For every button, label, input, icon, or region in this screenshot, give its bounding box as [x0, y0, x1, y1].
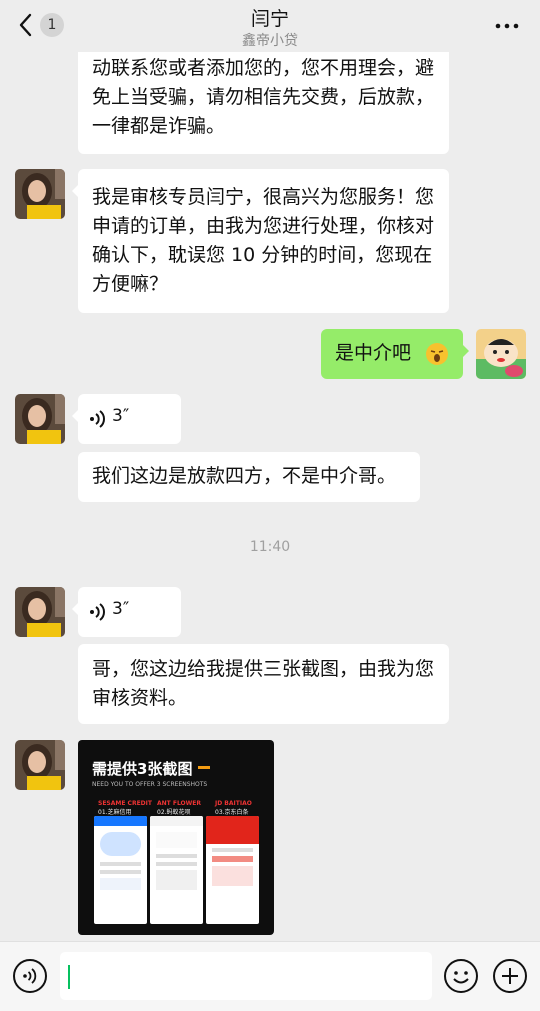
message-input[interactable] [60, 952, 432, 1000]
screenshot-thumbnail [150, 816, 203, 924]
message-text: 动联系您或者添加您的，您不用理会，避免上当受骗，请勿相信先交费，后放款，一律都是… [92, 57, 435, 137]
self-avatar[interactable] [476, 329, 526, 379]
more-options-icon[interactable] [494, 16, 520, 36]
contact-avatar[interactable] [15, 169, 65, 219]
image-label-en: JD BAITIAO [215, 800, 252, 807]
voice-message[interactable]: 3″ [72, 394, 181, 444]
message-text: 我是审核专员闫宁，很高兴为您服务！您申请的订单，由我为您进行处理，你核对确认下，… [92, 186, 435, 295]
voice-wave-icon [90, 603, 105, 621]
screenshot-thumbnail [94, 816, 147, 924]
contact-avatar[interactable] [15, 587, 65, 637]
image-label-en: SESAME CREDIT [98, 800, 152, 807]
message-bubble-outgoing[interactable]: 是中介吧 [321, 329, 469, 379]
contact-avatar[interactable] [15, 394, 65, 444]
voice-input-icon[interactable] [12, 958, 48, 994]
screenshot-thumbnail [206, 816, 259, 924]
message-bubble-incoming[interactable]: 哥，您这边给我提供三张截图，由我为您审核资料。 [78, 644, 449, 724]
voice-wave-icon [90, 410, 105, 428]
message-text: 哥，您这边给我提供三张截图，由我为您审核资料。 [92, 658, 435, 709]
image-label-cn: 01.芝麻信用 [98, 809, 132, 816]
chat-subtitle: 鑫帝小贷 [242, 33, 298, 49]
message-text: 是中介吧 [335, 342, 412, 364]
image-subtitle: NEED YOU TO OFFER 3 SCREENSHOTS [92, 781, 208, 788]
input-bar [0, 941, 540, 1011]
emoji-icon [426, 343, 448, 365]
image-label-cn: 02.蚂蚁花呗 [157, 809, 191, 816]
add-more-icon[interactable] [492, 958, 528, 994]
message-bubble-incoming[interactable]: 我们这边是放款四方，不是中介哥。 [78, 452, 420, 502]
voice-duration: 3″ [112, 599, 130, 619]
message-text: 我们这边是放款四方，不是中介哥。 [92, 465, 397, 487]
message-bubble-incoming[interactable]: 我是审核专员闫宁，很高兴为您服务！您申请的订单，由我为您进行处理，你核对确认下，… [72, 169, 449, 313]
image-label-cn: 03.京东白条 [215, 809, 249, 816]
message-timestamp: 11:40 [249, 539, 291, 555]
voice-duration: 3″ [112, 406, 130, 426]
message-bubble-incoming[interactable]: 动联系您或者添加您的，您不用理会，避免上当受骗，请勿相信先交费，后放款，一律都是… [78, 38, 449, 154]
voice-message[interactable]: 3″ [72, 587, 181, 637]
image-title: 需提供3张截图 [92, 760, 193, 778]
emoji-icon[interactable] [443, 958, 479, 994]
image-label-en: ANT FLOWER [157, 800, 201, 807]
text-cursor [68, 965, 70, 989]
image-message[interactable]: 需提供3张截图 NEED YOU TO OFFER 3 SCREENSHOTS … [78, 740, 274, 935]
chat-title: 闫宁 [250, 8, 289, 30]
contact-avatar[interactable] [15, 740, 65, 790]
chat-header: 1 闫宁 鑫帝小贷 [0, 0, 540, 52]
